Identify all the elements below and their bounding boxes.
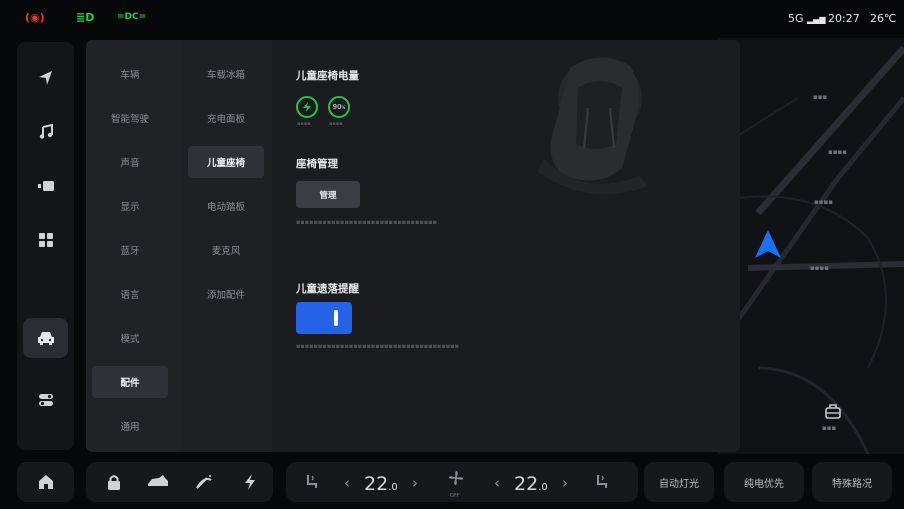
left-temp-increase[interactable]: › — [412, 474, 418, 492]
network-indicator: 5G ▂▄▆ — [788, 12, 826, 25]
settings-subnav-item[interactable]: 麦克风 — [188, 234, 264, 266]
map-roads — [718, 45, 904, 454]
clock: 20:27 — [828, 12, 860, 25]
seat-battery-2-caption: ▪▪▪▪ — [329, 121, 343, 127]
rail-music[interactable] — [17, 112, 74, 152]
map-poi-label: ▪▪▪▪ — [828, 148, 847, 156]
seat-heat-icon — [307, 475, 317, 488]
manage-button[interactable]: 管理 — [296, 181, 360, 208]
battery-section-title: 儿童座椅电量 — [296, 70, 359, 82]
settings-nav-item[interactable]: 车辆 — [92, 58, 168, 90]
toggle-knob — [334, 310, 338, 326]
map-road-label: ▪▪▪▪ — [814, 198, 833, 206]
trunk-icon — [148, 475, 168, 486]
auto-lights-button[interactable]: 自动灯光 — [644, 462, 714, 502]
seat-heat-icon — [597, 475, 607, 488]
right-temp-increase[interactable]: › — [562, 474, 568, 492]
screen: (◉) ≣D =DC= 5G ▂▄▆ 20:27 26℃ ▪▪▪ ▪▪▪▪ ▪▪… — [0, 0, 904, 509]
map-road-label: ▪▪▪ — [813, 93, 828, 101]
music-icon — [39, 124, 53, 139]
toggle-settings-icon — [38, 394, 53, 406]
right-temp-decrease[interactable]: ‹ — [494, 474, 500, 492]
seat-battery-2: 90% — [328, 96, 350, 118]
map-road-label: ▪▪▪▪ — [810, 264, 829, 272]
rail-controls[interactable] — [17, 380, 74, 420]
headlight-icon: ≣D — [76, 11, 95, 24]
ev-priority-button[interactable]: 纯电优先 — [724, 462, 804, 502]
settings-panel: 车辆智能驾驶声音显示蓝牙语言模式配件通用 车载冰箱充电面板儿童座椅电动踏板麦克风… — [86, 40, 740, 452]
status-bar: (◉) ≣D =DC= 5G ▂▄▆ 20:27 26℃ — [0, 0, 904, 38]
settings-subnav-item[interactable]: 车载冰箱 — [188, 58, 264, 90]
car-icon — [37, 332, 54, 345]
app-rail — [17, 42, 74, 450]
home-button[interactable] — [17, 462, 74, 502]
charge-port-button[interactable] — [234, 462, 266, 502]
home-icon — [38, 475, 53, 489]
fan-status: OFF — [450, 493, 460, 499]
settings-subnav-item[interactable]: 充电面板 — [188, 102, 264, 134]
apps-icon — [38, 233, 53, 247]
settings-nav-item[interactable]: 智能驾驶 — [92, 102, 168, 134]
lightning-icon — [303, 102, 311, 112]
child-seat-settings: 儿童座椅电量 ▪▪▪▪ 90% ▪▪▪▪ 座椅管理 管理 ▪▪▪▪▪▪▪▪▪▪▪… — [272, 40, 740, 452]
wiper-button[interactable] — [188, 462, 220, 502]
settings-nav-item[interactable]: 蓝牙 — [92, 234, 168, 266]
left-temp-decrease[interactable]: ‹ — [344, 474, 350, 492]
fan-icon — [449, 471, 463, 485]
leftbehind-title: 儿童遗落提醒 — [296, 283, 359, 295]
rail-car-settings[interactable] — [23, 318, 68, 358]
rail-navigation[interactable] — [17, 58, 74, 98]
seat-battery-1 — [296, 96, 318, 118]
north-arrow-icon — [755, 230, 781, 258]
charge-port-icon — [245, 474, 255, 490]
lock-button[interactable] — [98, 462, 130, 502]
rail-media[interactable] — [17, 166, 74, 206]
passenger-seat-heat-button[interactable] — [588, 462, 616, 502]
leftbehind-hint: ▪▪▪▪▪▪▪▪▪▪▪▪▪▪▪▪▪▪▪▪▪▪▪▪▪▪▪▪▪▪▪▪▪▪▪▪▪ — [296, 342, 459, 350]
settings-secondary-nav: 车载冰箱充电面板儿童座椅电动踏板麦克风添加配件 — [182, 40, 272, 452]
leftbehind-toggle[interactable] — [296, 302, 352, 334]
settings-nav-item[interactable]: 语言 — [92, 278, 168, 310]
settings-primary-nav: 车辆智能驾驶声音显示蓝牙语言模式配件通用 — [86, 40, 182, 452]
settings-nav-item[interactable]: 通用 — [92, 410, 168, 442]
navigation-map[interactable]: ▪▪▪ ▪▪▪▪ ▪▪▪▪ ▪▪▪▪ ▪▪▪ — [718, 38, 904, 454]
seat-management-title: 座椅管理 — [296, 158, 338, 170]
position-lights-icon: =DC= — [117, 12, 147, 22]
trunk-button[interactable] — [140, 462, 176, 502]
settings-nav-item[interactable]: 配件 — [92, 366, 168, 398]
settings-subnav-item[interactable]: 添加配件 — [188, 278, 264, 310]
rail-apps[interactable] — [17, 220, 74, 260]
lock-icon — [108, 475, 120, 490]
navigation-icon — [38, 71, 52, 85]
settings-nav-item[interactable]: 模式 — [92, 322, 168, 354]
settings-subnav-item[interactable]: 电动踏板 — [188, 190, 264, 222]
child-seat-illustration — [538, 57, 648, 195]
media-icon — [37, 181, 54, 191]
settings-subnav-item[interactable]: 儿童座椅 — [188, 146, 264, 178]
fan-button[interactable] — [444, 466, 468, 490]
parking-icon[interactable] — [824, 402, 842, 420]
outside-temperature: 26℃ — [870, 12, 897, 25]
manage-hint: ▪▪▪▪▪▪▪▪▪▪▪▪▪▪▪▪▪▪▪▪▪▪▪▪▪▪▪▪▪▪▪▪ — [296, 218, 437, 226]
special-road-button[interactable]: 特殊路况 — [812, 462, 892, 502]
settings-nav-item[interactable]: 显示 — [92, 190, 168, 222]
right-temp: 22.0 — [514, 473, 548, 495]
seat-battery-1-caption: ▪▪▪▪ — [297, 121, 311, 127]
driver-seat-heat-button[interactable] — [298, 462, 326, 502]
settings-nav-item[interactable]: 声音 — [92, 146, 168, 178]
left-temp: 22.0 — [364, 473, 398, 495]
wiper-icon — [196, 475, 212, 489]
parking-label: ▪▪▪ — [822, 424, 837, 432]
tire-pressure-warning-icon: (◉) — [25, 11, 45, 24]
